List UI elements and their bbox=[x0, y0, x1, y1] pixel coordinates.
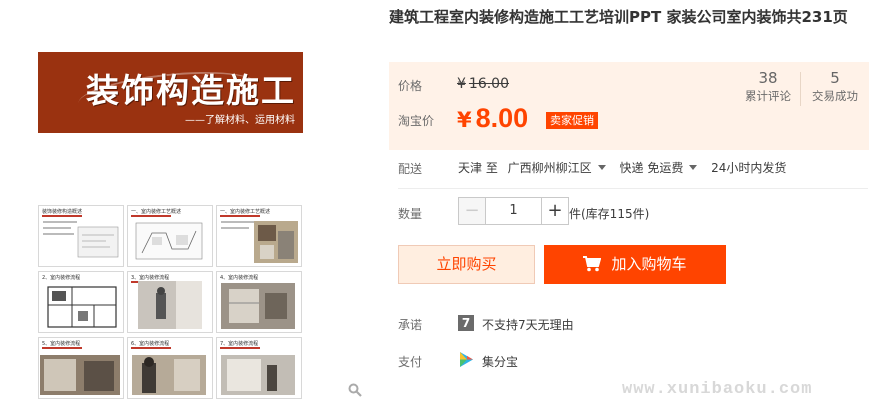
slide-caption: 一、室内装修工艺概述 bbox=[131, 209, 182, 215]
slide-thumbnail[interactable]: 4、室内装修流程 bbox=[216, 271, 302, 333]
slide-image bbox=[135, 222, 203, 260]
slide-caption: 一、室内装修工艺概述 bbox=[220, 209, 271, 215]
slide-thumbnail[interactable]: 5、室内装修流程 bbox=[38, 337, 124, 399]
price-panel: 价格 ¥16.00 淘宝价 ¥8.00 卖家促销 38 累计评论 5 交易成功 bbox=[389, 62, 869, 150]
banner-title: 装饰构造施工 bbox=[86, 71, 296, 110]
slide-thumbnail-grid: 装饰装修构造概述 一、室内装修工艺概述 一、室内装修工艺概述 2、室内装修流程 … bbox=[38, 205, 303, 403]
slide-photo bbox=[40, 355, 120, 395]
chevron-down-icon bbox=[597, 165, 606, 170]
original-price-label: 价格 bbox=[398, 79, 423, 93]
product-gallery: 装饰构造施工 ——了解材料、运用材料 装饰装修构造概述 一、室内装修工艺概述 一… bbox=[0, 0, 380, 403]
shipping-label: 配送 bbox=[398, 162, 423, 176]
slide-caption: 装饰装修构造概述 bbox=[42, 209, 83, 215]
ship-to-dropdown[interactable]: 广西柳州柳江区 bbox=[502, 161, 616, 175]
stat-divider bbox=[800, 72, 801, 106]
slide-text-line bbox=[43, 227, 71, 229]
slide-thumbnail[interactable]: 6、室内装修流程 bbox=[127, 337, 213, 399]
slide-photo bbox=[132, 355, 206, 395]
original-price-value: 16.00 bbox=[468, 76, 510, 92]
ship-method: 快递 免运费 bbox=[619, 161, 684, 175]
slide-thumbnail[interactable]: 装饰装修构造概述 bbox=[38, 205, 124, 267]
shipping-info: 天津 至 广西柳州柳江区 快递 免运费 24小时内发货 bbox=[458, 159, 786, 176]
slide-caption: 4、室内装修流程 bbox=[220, 275, 259, 281]
payment-label: 支付 bbox=[398, 355, 423, 369]
promise-text[interactable]: 不支持7天无理由 bbox=[482, 316, 574, 333]
increase-button[interactable]: + bbox=[541, 197, 569, 225]
decrease-button[interactable]: − bbox=[458, 197, 486, 225]
search-icon[interactable] bbox=[348, 383, 362, 397]
slide-underline bbox=[220, 347, 260, 349]
slide-caption: 6、室内装修流程 bbox=[131, 341, 170, 347]
promise-label: 承诺 bbox=[398, 318, 423, 332]
slide-underline bbox=[131, 215, 171, 217]
sold-stat: 5 交易成功 bbox=[805, 68, 865, 104]
slide-text-line bbox=[221, 227, 249, 229]
seven-day-icon: 7 bbox=[458, 315, 474, 331]
main-product-image[interactable]: 装饰构造施工 ——了解材料、运用材料 bbox=[38, 52, 303, 133]
slide-image bbox=[77, 226, 119, 258]
slide-underline bbox=[42, 215, 82, 217]
product-title: 建筑工程室内装修构造施工工艺培训PPT 家装公司室内装饰共231页 bbox=[389, 8, 848, 26]
currency-symbol: ¥ bbox=[457, 76, 466, 92]
ship-method-dropdown[interactable]: 快递 免运费 bbox=[620, 161, 708, 175]
sold-label: 交易成功 bbox=[812, 89, 858, 103]
slide-floorplan bbox=[47, 286, 117, 328]
slide-photo bbox=[254, 221, 298, 263]
slide-caption: 5、室内装修流程 bbox=[42, 341, 81, 347]
slide-underline bbox=[131, 347, 171, 349]
review-stat[interactable]: 38 累计评论 bbox=[738, 68, 798, 104]
slide-thumbnail[interactable]: 2、室内装修流程 bbox=[38, 271, 124, 333]
chevron-down-icon bbox=[689, 165, 698, 170]
slide-text-line bbox=[43, 221, 77, 223]
add-to-cart-button[interactable]: 加入购物车 bbox=[544, 245, 726, 284]
currency-symbol: ¥ bbox=[457, 108, 472, 132]
sold-count: 5 bbox=[830, 69, 840, 87]
slide-underline bbox=[220, 215, 260, 217]
slide-thumbnail[interactable]: 7、室内装修流程 bbox=[216, 337, 302, 399]
slide-caption: 7、室内装修流程 bbox=[220, 341, 259, 347]
slide-text-line bbox=[221, 221, 255, 223]
slide-text-line bbox=[43, 233, 74, 235]
buy-now-button[interactable]: 立即购买 bbox=[398, 245, 535, 284]
seller-promo-badge: 卖家促销 bbox=[546, 112, 598, 129]
cart-icon bbox=[583, 256, 602, 272]
payment-method: 集分宝 bbox=[482, 355, 519, 369]
quantity-input[interactable]: 1 bbox=[486, 197, 541, 225]
banner-subtitle: ——了解材料、运用材料 bbox=[185, 115, 295, 126]
ship-from: 天津 至 bbox=[458, 161, 498, 175]
sale-price: ¥8.00 bbox=[457, 103, 528, 134]
review-label: 累计评论 bbox=[745, 89, 791, 103]
divider bbox=[398, 188, 868, 189]
jifenbao-icon bbox=[460, 352, 473, 367]
add-to-cart-label: 加入购物车 bbox=[611, 255, 687, 273]
slide-thumbnail[interactable]: 一、室内装修工艺概述 bbox=[127, 205, 213, 267]
dispatch-time: 24小时内发货 bbox=[711, 161, 787, 175]
slide-thumbnail[interactable]: 一、室内装修工艺概述 bbox=[216, 205, 302, 267]
original-price: ¥16.00 bbox=[457, 76, 509, 92]
slide-photo bbox=[221, 283, 295, 329]
review-count: 38 bbox=[758, 69, 778, 87]
sale-price-label: 淘宝价 bbox=[398, 114, 435, 128]
slide-caption: 3、室内装修流程 bbox=[131, 275, 170, 281]
slide-caption: 2、室内装修流程 bbox=[42, 275, 81, 281]
slide-photo bbox=[138, 281, 202, 329]
slide-photo bbox=[221, 355, 295, 395]
quantity-label: 数量 bbox=[398, 207, 423, 221]
ship-to: 广西柳州柳江区 bbox=[507, 161, 592, 175]
stock-info: 件(库存115件) bbox=[569, 207, 650, 221]
sale-price-value: 8.00 bbox=[475, 103, 529, 133]
slide-underline bbox=[42, 347, 82, 349]
watermark: www.xunibaoku.com bbox=[622, 380, 813, 399]
slide-thumbnail[interactable]: 3、室内装修流程 bbox=[127, 271, 213, 333]
